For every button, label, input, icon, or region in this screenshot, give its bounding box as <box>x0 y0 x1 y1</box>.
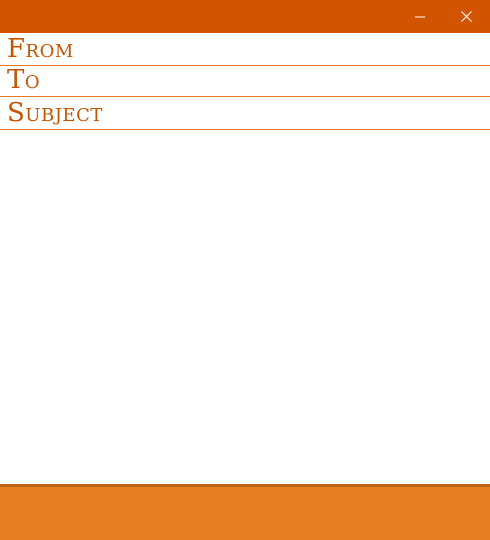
subject-field[interactable] <box>102 97 490 129</box>
subject-row: Subject <box>0 97 490 130</box>
from-field[interactable] <box>73 33 490 65</box>
minimize-icon <box>415 12 425 22</box>
compose-window: From To Subject <box>0 0 490 540</box>
title-bar[interactable] <box>0 0 490 33</box>
minimize-button[interactable] <box>397 0 443 33</box>
close-icon <box>460 11 472 22</box>
subject-label: Subject <box>7 98 103 128</box>
message-body[interactable] <box>0 131 490 484</box>
to-label: To <box>7 65 41 95</box>
footer-bar <box>0 484 490 540</box>
to-field[interactable] <box>40 66 490 96</box>
from-label: From <box>7 34 74 64</box>
close-button[interactable] <box>443 0 489 33</box>
from-row: From <box>0 33 490 66</box>
to-row: To <box>0 66 490 97</box>
